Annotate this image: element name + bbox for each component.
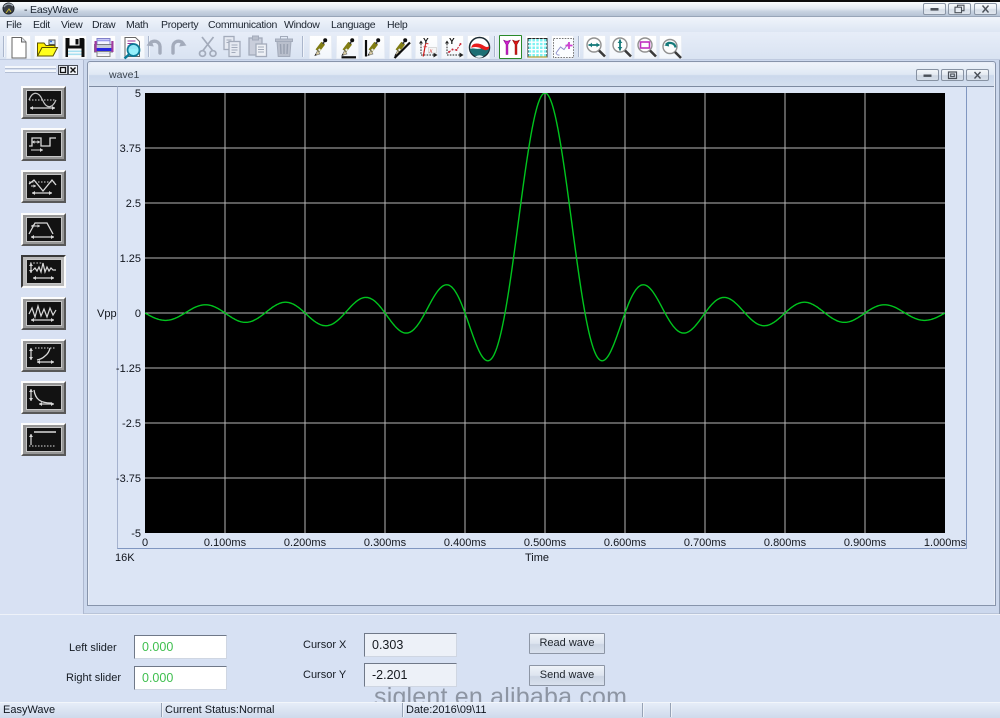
svg-text:Y: Y xyxy=(449,36,455,46)
svg-text:x: x xyxy=(429,47,433,54)
